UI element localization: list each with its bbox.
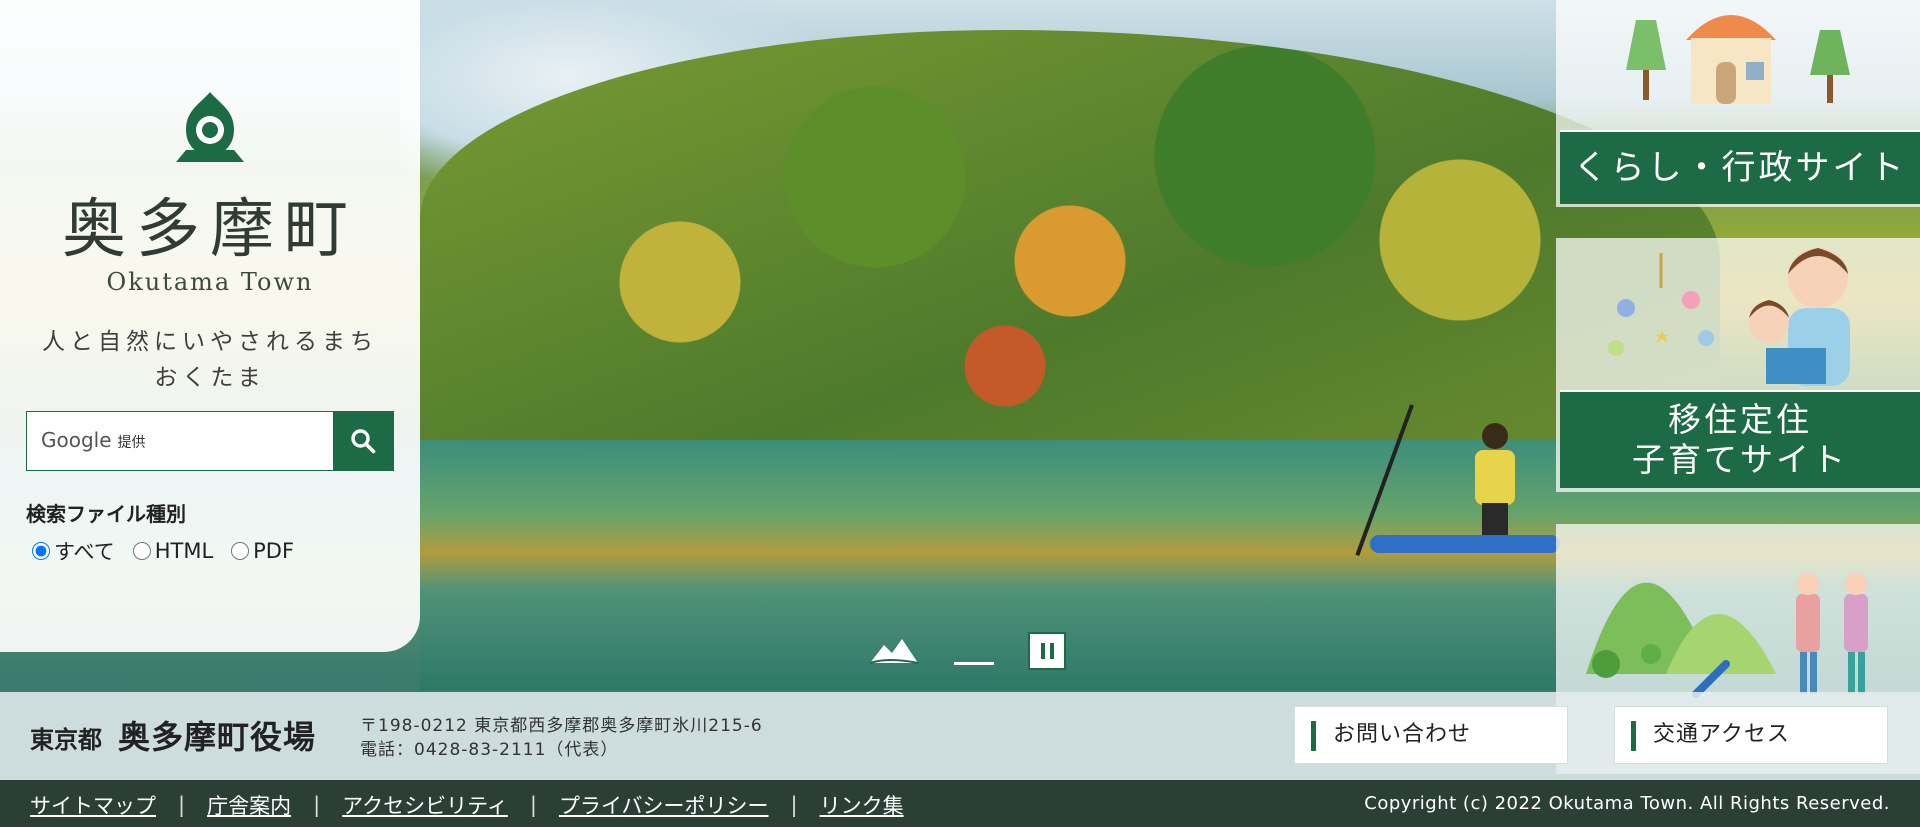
tagline: 人と自然にいやされるまち おくたま — [42, 329, 378, 391]
side-panel: 奥多摩町 Okutama Town 人と自然にいやされるまち おくたま Goog… — [0, 0, 420, 652]
search-input[interactable] — [27, 412, 333, 470]
radio-pdf[interactable] — [231, 542, 250, 560]
pause-button[interactable] — [1028, 632, 1066, 670]
parent-child-illustration — [1608, 248, 1850, 386]
slider-controls — [868, 632, 1066, 670]
search-box: Google 提供 — [26, 411, 394, 471]
footer-link-sitemap[interactable]: サイトマップ — [30, 790, 156, 820]
migration-childcare-banner[interactable]: 移住定住 子育てサイト — [1556, 238, 1920, 492]
office-info-bar: 東京都 奥多摩町役場 〒198-0212 東京都西多摩郡奥多摩町氷川215-6 … — [0, 692, 1920, 780]
link-separator: | — [529, 793, 537, 817]
paddleboarder — [1355, 404, 1560, 565]
footer-link-privacy[interactable]: プライバシーポリシー — [559, 790, 769, 820]
town-emblem-icon[interactable] — [172, 90, 248, 168]
living-admin-banner[interactable]: くらし・行政サイト — [1556, 0, 1920, 207]
town-name-en: Okutama Town — [106, 268, 314, 296]
postal-address: 〒198-0212 東京都西多摩郡奥多摩町氷川215-6 — [360, 716, 763, 736]
access-button[interactable]: 交通アクセス — [1614, 706, 1888, 764]
slide-thumbnail-icon[interactable] — [868, 633, 920, 669]
contact-button[interactable]: お問い合わせ — [1294, 706, 1568, 764]
file-type-options: すべて HTML PDF — [32, 536, 294, 566]
office-address: 〒198-0212 東京都西多摩郡奥多摩町氷川215-6 電話：0428-83-… — [360, 714, 763, 762]
copyright: Copyright (c) 2022 Okutama Town. All Rig… — [1364, 793, 1890, 814]
file-type-label: 検索ファイル種別 — [26, 502, 186, 526]
footer-link-links[interactable]: リンク集 — [820, 790, 904, 820]
radio-all[interactable] — [32, 542, 50, 560]
living-admin-label: くらし・行政サイト — [1560, 130, 1920, 204]
link-separator: | — [313, 793, 321, 817]
slide-indicator[interactable] — [954, 661, 994, 665]
phone-number: 電話：0428-83-2111（代表） — [360, 740, 619, 760]
link-separator: | — [178, 793, 186, 817]
footer: サイトマップ | 庁舎案内 | アクセシビリティ | プライバシーポリシー | … — [0, 780, 1920, 827]
pause-icon — [1040, 643, 1045, 659]
office-prefecture: 東京都 — [30, 726, 102, 754]
footer-link-office-guide[interactable]: 庁舎案内 — [207, 790, 291, 820]
search-icon — [351, 429, 376, 454]
footer-link-accessibility[interactable]: アクセシビリティ — [342, 790, 508, 820]
office-name: 奥多摩町役場 — [118, 718, 317, 756]
migration-childcare-label: 移住定住 子育てサイト — [1560, 390, 1920, 488]
file-type-pdf[interactable]: PDF — [231, 536, 294, 566]
search-button[interactable] — [333, 412, 393, 470]
file-type-html[interactable]: HTML — [132, 536, 213, 566]
town-name-jp[interactable]: 奥多摩町 — [0, 178, 420, 270]
radio-html[interactable] — [132, 542, 151, 560]
house-trees-illustration — [1626, 15, 1850, 104]
link-separator: | — [790, 793, 798, 817]
footer-links: サイトマップ | 庁舎案内 | アクセシビリティ | プライバシーポリシー | … — [30, 790, 904, 820]
file-type-all[interactable]: すべて — [32, 536, 115, 566]
autumn-forest — [420, 30, 1720, 450]
